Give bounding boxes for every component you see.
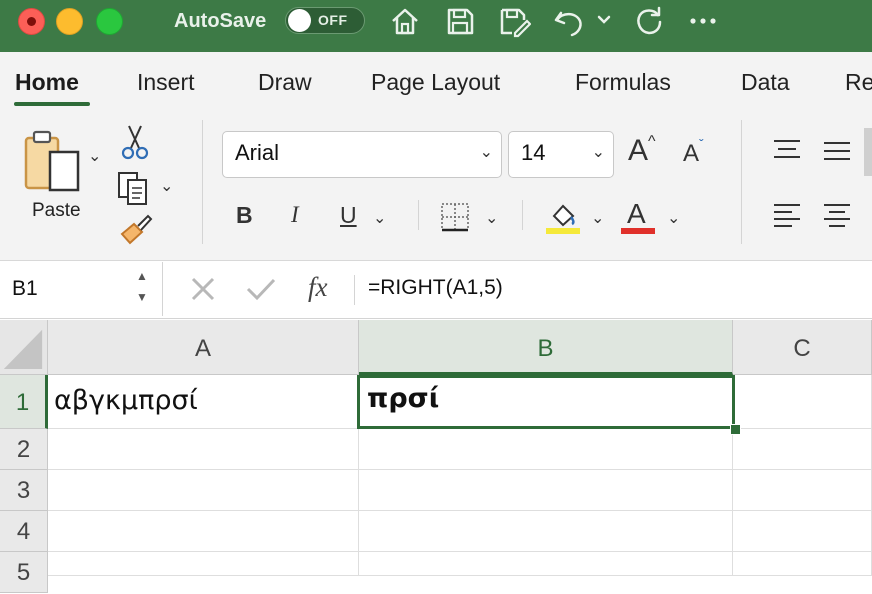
tab-insert[interactable]: Insert — [137, 68, 195, 96]
chevron-down-icon: ⌄ — [591, 144, 605, 161]
insert-function-fx-icon[interactable]: fx — [308, 272, 328, 303]
tab-page-layout[interactable]: Page Layout — [371, 68, 500, 96]
italic-button[interactable]: I — [291, 202, 299, 228]
align-middle-icon[interactable] — [822, 138, 852, 162]
fill-color-icon[interactable] — [546, 200, 580, 236]
cancel-icon[interactable] — [188, 274, 218, 304]
font-color-icon[interactable]: A — [620, 198, 656, 236]
increase-font-size-button[interactable]: A^ — [628, 133, 656, 168]
decrease-font-size-button[interactable]: Aˇ — [683, 136, 704, 168]
column-header-b[interactable]: B — [359, 320, 733, 375]
align-top-icon[interactable] — [772, 138, 802, 162]
cell-a3[interactable] — [48, 470, 359, 511]
decrease-font-glyph: A — [683, 140, 700, 167]
fill-color-dropdown-chevron-icon[interactable]: ⌄ — [591, 208, 604, 228]
autosave-state: OFF — [318, 12, 348, 28]
ribbon-scroll-indicator[interactable] — [864, 128, 872, 176]
row-header-3[interactable]: 3 — [0, 470, 48, 511]
toggle-knob — [288, 9, 311, 32]
row-header-1[interactable]: 1 — [0, 375, 48, 429]
cell-a1[interactable]: αβγκμπρσί — [48, 375, 359, 429]
row-header-2[interactable]: 2 — [0, 429, 48, 470]
ribbon-separator — [202, 120, 203, 244]
copy-dropdown-chevron-icon[interactable]: ⌄ — [160, 176, 173, 196]
title-bar — [0, 0, 872, 52]
tab-home[interactable]: Home — [15, 68, 79, 96]
underline-button[interactable]: U — [340, 202, 357, 229]
align-center-icon[interactable] — [822, 202, 852, 230]
font-color-swatch — [621, 228, 655, 234]
cell-b5[interactable] — [359, 552, 733, 576]
zoom-window-button[interactable] — [96, 8, 123, 35]
font-size-select[interactable]: 14 ⌄ — [508, 131, 614, 178]
cell-c5[interactable] — [733, 552, 872, 576]
paste-label: Paste — [32, 200, 81, 221]
tab-draw[interactable]: Draw — [258, 68, 312, 96]
more-icon[interactable] — [686, 4, 720, 38]
font-color-dropdown-chevron-icon[interactable]: ⌄ — [667, 208, 680, 228]
undo-dropdown-chevron-icon[interactable] — [592, 8, 616, 32]
format-painter-icon[interactable] — [118, 212, 154, 246]
tab-review[interactable]: Re — [845, 68, 872, 96]
formula-input[interactable]: =RIGHT(A1,5) — [368, 276, 503, 300]
cell-c3[interactable] — [733, 470, 872, 511]
align-left-icon[interactable] — [772, 202, 802, 230]
borders-icon[interactable] — [440, 202, 470, 232]
cell-c2[interactable] — [733, 429, 872, 470]
borders-dropdown-chevron-icon[interactable]: ⌄ — [485, 208, 498, 228]
close-window-button[interactable] — [18, 8, 45, 35]
active-tab-indicator — [14, 102, 90, 106]
home-icon[interactable] — [388, 4, 422, 38]
row-header-4[interactable]: 4 — [0, 511, 48, 552]
ribbon-separator — [418, 200, 419, 230]
cell-a5[interactable] — [48, 552, 359, 576]
cell-a2[interactable] — [48, 429, 359, 470]
autosave-label: AutoSave — [174, 10, 267, 32]
underline-dropdown-chevron-icon[interactable]: ⌄ — [373, 208, 386, 228]
stepper-up-icon[interactable]: ▲ — [136, 269, 148, 283]
cell-b4[interactable] — [359, 511, 733, 552]
tab-data[interactable]: Data — [741, 68, 790, 96]
cell-b2[interactable] — [359, 429, 733, 470]
column-header-a[interactable]: A — [48, 320, 359, 375]
autosave-toggle[interactable]: OFF — [285, 7, 365, 34]
active-cell-selection — [357, 375, 735, 429]
caret-up-icon: ^ — [648, 133, 656, 150]
select-all-corner[interactable] — [0, 320, 48, 375]
fill-handle[interactable] — [730, 424, 741, 435]
save-icon[interactable] — [443, 4, 477, 38]
stepper-down-icon[interactable]: ▼ — [136, 290, 148, 304]
undo-icon[interactable] — [552, 4, 586, 38]
name-box[interactable]: B1 ▲ ▼ — [0, 262, 163, 316]
cell-a4[interactable] — [48, 511, 359, 552]
row-header-5[interactable]: 5 — [0, 552, 48, 593]
cut-scissors-icon[interactable] — [120, 124, 150, 160]
paste-dropdown-chevron-icon[interactable]: ⌄ — [88, 146, 101, 166]
increase-font-glyph: A — [628, 134, 649, 167]
minimize-window-button[interactable] — [56, 8, 83, 35]
font-size-value: 14 — [521, 140, 546, 165]
close-icon — [27, 17, 36, 26]
font-color-glyph: A — [627, 198, 646, 229]
font-name-select[interactable]: Arial ⌄ — [222, 131, 502, 178]
bold-button[interactable]: B — [236, 202, 253, 229]
cell-c1[interactable] — [733, 375, 872, 429]
copy-icon[interactable] — [116, 170, 154, 206]
ribbon-separator — [522, 200, 523, 230]
formula-bar-separator — [354, 275, 355, 305]
redo-icon[interactable] — [632, 4, 666, 38]
enter-checkmark-icon[interactable] — [244, 274, 278, 304]
name-box-value: B1 — [12, 277, 38, 300]
cell-b3[interactable] — [359, 470, 733, 511]
cell-a1-text: αβγκμπρσί — [54, 385, 198, 416]
font-name-value: Arial — [235, 140, 280, 165]
tab-formulas[interactable]: Formulas — [575, 68, 671, 96]
caret-down-icon: ˇ — [699, 136, 704, 152]
save-as-icon[interactable] — [497, 4, 532, 38]
cell-c4[interactable] — [733, 511, 872, 552]
chevron-down-icon: ⌄ — [479, 144, 493, 161]
column-header-c[interactable]: C — [733, 320, 872, 375]
paste-icon[interactable] — [22, 128, 84, 194]
ribbon-separator — [741, 120, 742, 244]
